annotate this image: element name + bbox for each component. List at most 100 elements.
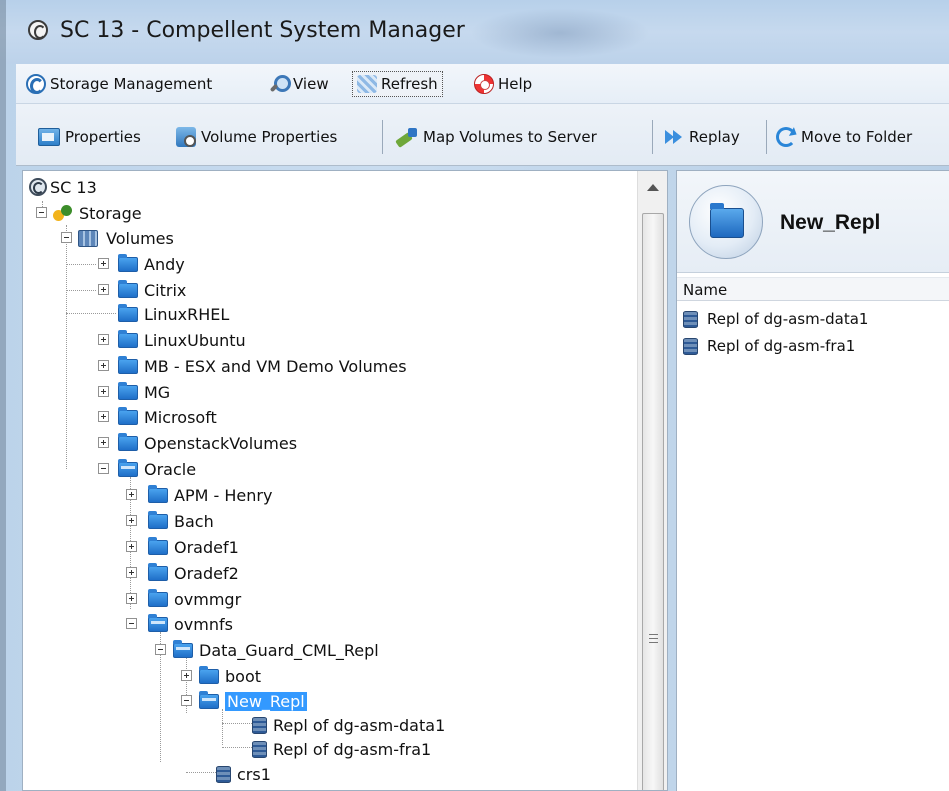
help-icon [474,74,494,94]
collapse-toggle[interactable] [126,618,137,629]
scrollbar-thumb[interactable] [642,213,664,790]
tree-node-volume[interactable]: crs1 [216,762,271,786]
map-volumes-button-label: Map Volumes to Server [423,128,597,146]
folder-icon [148,562,168,581]
details-header: New_Repl [677,171,949,273]
tree-node-folder[interactable]: OpenstackVolumes [118,431,297,455]
properties-button-label: Properties [65,128,141,146]
tree-node-folder[interactable]: Oradef2 [148,561,239,585]
expand-toggle[interactable] [126,515,137,526]
open-folder-icon [118,458,138,477]
tree-node-label: Oradef1 [174,537,239,557]
tree-connector [222,747,252,748]
collapse-toggle[interactable] [98,463,109,474]
scroll-up-arrow-icon[interactable] [647,184,659,191]
menu-view[interactable]: View [269,71,329,97]
tree-connector [66,264,96,265]
expand-toggle[interactable] [181,670,192,681]
tree-node-label: boot [225,666,262,686]
folder-icon [118,381,138,400]
collapse-toggle[interactable] [36,207,47,218]
tree-node-folder[interactable]: APM - Henry [148,483,272,507]
tree-node-label: Storage [79,203,142,223]
menu-refresh[interactable]: Refresh [352,71,443,97]
folder-icon [148,536,168,555]
tree-node-volume[interactable]: Repl of dg-asm-fra1 [252,737,431,761]
replay-button[interactable]: Replay [664,123,740,151]
tree-node-volumes[interactable]: Volumes [78,226,174,250]
menu-help[interactable]: Help [474,71,532,97]
collapse-toggle[interactable] [155,644,166,655]
expand-toggle[interactable] [126,593,137,604]
tree-node-label: ovmmgr [174,589,242,609]
expand-toggle[interactable] [98,360,109,371]
expand-toggle[interactable] [98,437,109,448]
large-folder-icon [689,185,763,259]
expand-toggle[interactable] [98,258,109,269]
list-item[interactable]: Repl of dg-asm-data1 [683,307,868,331]
volume-properties-button[interactable]: Volume Properties [176,123,337,151]
expand-toggle[interactable] [126,489,137,500]
tree-node-folder-new-repl[interactable]: New_Repl [199,689,307,713]
tree-node-folder[interactable]: boot [199,664,261,688]
folder-icon [148,510,168,529]
collapse-toggle[interactable] [61,232,72,243]
volume-icon [216,765,231,783]
tree-scrollbar[interactable] [637,171,667,790]
title-bar-background [470,8,650,58]
tree-node-label: Oracle [144,459,197,479]
scrollbar-grip [649,642,658,643]
properties-button[interactable]: Properties [38,123,141,151]
tree-node-label: LinuxUbuntu [144,330,246,350]
tree-node-folder-ovmnfs[interactable]: ovmnfs [148,612,233,636]
tree-node-folder-data-guard[interactable]: Data_Guard_CML_Repl [173,638,379,662]
replay-icon [664,128,684,146]
folder-icon [118,355,138,374]
replay-button-label: Replay [689,128,740,146]
tree-node-label: Oradef2 [174,563,239,583]
tree-connector [66,225,67,469]
storage-tree[interactable]: SC 13 Storage Volumes Andy Citrix LinuxR… [22,170,668,791]
tree-node-folder[interactable]: ovmmgr [148,587,241,611]
tree-node-volume[interactable]: Repl of dg-asm-data1 [252,713,445,737]
tree-node-folder[interactable]: Microsoft [118,405,217,429]
expand-toggle[interactable] [98,386,109,397]
expand-toggle[interactable] [98,334,109,345]
column-header-label: Name [683,281,728,299]
tree-node-folder[interactable]: LinuxRHEL [118,302,229,326]
volume-properties-button-label: Volume Properties [201,128,338,146]
title-bar[interactable]: SC 13 - Compellent System Manager [0,0,949,64]
tree-node-folder[interactable]: LinuxUbuntu [118,328,246,352]
move-to-folder-button-label: Move to Folder [801,128,913,146]
tree-node-folder[interactable]: Citrix [118,278,186,302]
properties-icon [38,128,60,146]
tree-node-folder[interactable]: Andy [118,252,185,276]
expand-toggle[interactable] [98,284,109,295]
tree-node-folder[interactable]: Bach [148,509,214,533]
tree-node-storage[interactable]: Storage [53,201,142,225]
volume-properties-icon [176,127,196,147]
scrollbar-grip [649,638,658,639]
tree-node-folder[interactable]: MB - ESX and VM Demo Volumes [118,354,407,378]
expand-toggle[interactable] [126,567,137,578]
toolbar: Properties Volume Properties Map Volumes… [16,104,949,166]
menu-storage-management[interactable]: Storage Management [26,71,212,97]
volume-icon [252,716,267,734]
column-header-name[interactable]: Name [677,277,949,301]
tree-node-folder-oracle[interactable]: Oracle [118,457,196,481]
volume-icon [252,740,267,758]
move-to-folder-button[interactable]: Move to Folder [776,123,912,151]
collapse-toggle[interactable] [181,695,192,706]
tree-node-label: MG [144,382,171,402]
map-volumes-to-server-button[interactable]: Map Volumes to Server [396,123,597,151]
menu-storage-management-label: Storage Management [50,75,213,93]
expand-toggle[interactable] [98,411,109,422]
tree-node-label-selected: New_Repl [225,691,307,711]
tree-node-folder[interactable]: Oradef1 [148,535,239,559]
tree-node-sc13[interactable]: SC 13 [29,175,97,199]
list-item-label: Repl of dg-asm-fra1 [707,337,856,355]
list-item[interactable]: Repl of dg-asm-fra1 [683,334,855,358]
tree-node-folder[interactable]: MG [118,380,170,404]
expand-toggle[interactable] [126,541,137,552]
list-item-label: Repl of dg-asm-data1 [707,310,869,328]
